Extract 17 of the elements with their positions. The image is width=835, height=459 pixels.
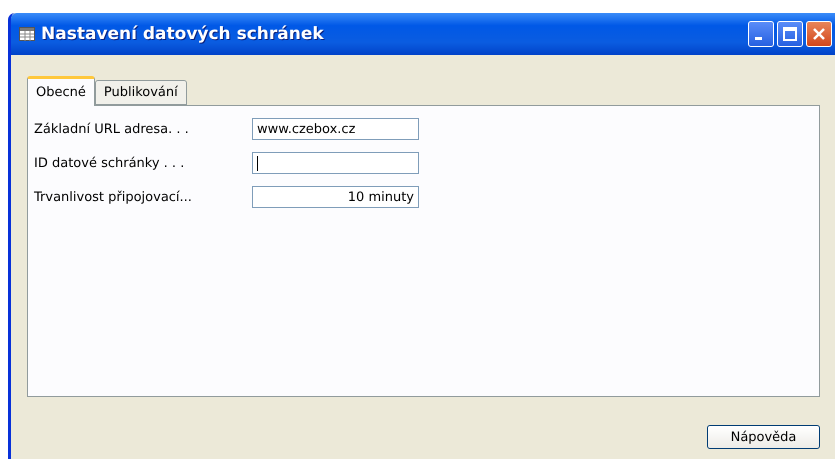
minimize-button[interactable] — [748, 21, 774, 47]
field-label: ID datové schránky . . . — [34, 156, 186, 170]
input-field[interactable] — [252, 152, 419, 174]
maximize-icon — [783, 27, 797, 41]
input-field[interactable]: 10 minuty — [252, 186, 419, 208]
tab[interactable]: Publikování — [94, 80, 187, 105]
minimize-icon — [754, 37, 762, 40]
maximize-button[interactable] — [777, 21, 803, 47]
field-label: Základní URL adresa. . . — [34, 122, 190, 136]
close-button[interactable] — [806, 21, 832, 47]
tab[interactable]: Obecné — [27, 76, 95, 106]
field-label: Trvanlivost připojovací... — [34, 190, 193, 204]
window-title: Nastavení datových schránek — [41, 24, 325, 44]
input-field[interactable]: www.czebox.cz — [252, 118, 419, 140]
help-button[interactable]: Nápověda — [707, 425, 820, 449]
close-icon — [812, 27, 826, 41]
table-icon — [19, 27, 35, 41]
